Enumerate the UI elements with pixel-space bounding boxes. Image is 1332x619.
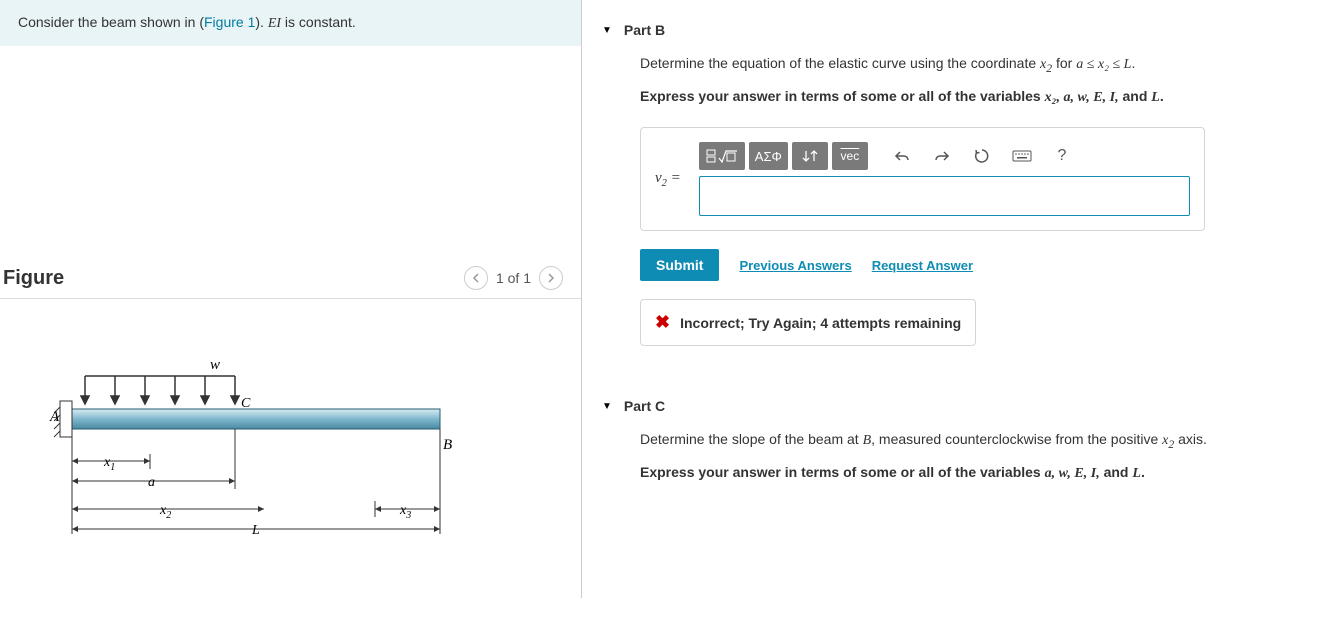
prefix-eq: = <box>667 170 681 186</box>
feedback-box: ✖ Incorrect; Try Again; 4 attempts remai… <box>640 299 976 346</box>
equation-toolbar: ΑΣΦ vec <box>699 142 1190 176</box>
problem-text-pre: Consider the beam shown in ( <box>18 14 204 30</box>
pc-instr-pre: Determine the slope of the beam at <box>640 431 863 447</box>
part-c-title: Part C <box>624 398 665 414</box>
caret-down-icon: ▼ <box>602 401 612 412</box>
label-w: w <box>210 359 220 373</box>
prev-figure-button[interactable] <box>464 266 488 290</box>
label-x3s: 3 <box>405 510 411 521</box>
incorrect-icon: ✖ <box>655 312 670 333</box>
figure-nav: 1 of 1 <box>464 266 563 290</box>
ei-var: EI <box>268 16 281 31</box>
answer-input[interactable] <box>699 176 1190 216</box>
vec-label: vec <box>841 149 860 163</box>
label-x2s: 2 <box>166 510 171 521</box>
pb-lastvar: L <box>1151 90 1160 105</box>
templates-button[interactable] <box>699 142 745 170</box>
previous-answers-link[interactable]: Previous Answers <box>739 258 851 273</box>
part-b-body: Determine the equation of the elastic cu… <box>602 52 1312 346</box>
subscript-superscript-icon <box>801 149 819 163</box>
part-b-express: Express your answer in terms of some or … <box>640 85 1312 110</box>
figure-counter: 1 of 1 <box>496 270 531 286</box>
undo-button[interactable] <box>884 142 920 170</box>
figure-area: w A C B <box>0 299 581 619</box>
pc-instr-end: axis. <box>1174 431 1207 447</box>
pb-instr-end: . <box>1131 55 1135 71</box>
feedback-text: Incorrect; Try Again; 4 attempts remaini… <box>680 315 961 331</box>
pc-and: and <box>1100 464 1133 480</box>
redo-icon <box>934 149 950 163</box>
submit-button[interactable]: Submit <box>640 249 719 281</box>
right-panel: ▼ Part B Determine the equation of the e… <box>582 0 1332 598</box>
pb-and: and <box>1119 88 1152 104</box>
svg-text:x1: x1 <box>103 455 115 473</box>
svg-text:x2: x2 <box>159 503 171 521</box>
label-C: C <box>241 396 251 411</box>
pb-vars: x₂, a, w, E, I, <box>1045 90 1119 105</box>
chevron-right-icon <box>547 273 555 283</box>
chevron-left-icon <box>472 273 480 283</box>
request-answer-link[interactable]: Request Answer <box>872 258 973 273</box>
part-c-body: Determine the slope of the beam at B, me… <box>602 428 1312 485</box>
beam-diagram: w A C B <box>30 359 460 559</box>
fraction-root-icon <box>705 148 739 164</box>
answer-box: v2 = ΑΣΦ <box>640 127 1205 231</box>
greek-button[interactable]: ΑΣΦ <box>749 142 788 170</box>
label-L: L <box>251 523 260 538</box>
left-panel: Consider the beam shown in (Figure 1). E… <box>0 0 582 598</box>
pc-B: B <box>863 433 872 448</box>
label-a: a <box>148 475 155 490</box>
pc-instr-mid: , measured counterclockwise from the pos… <box>871 431 1162 447</box>
figure-title: Figure <box>3 267 64 290</box>
part-b-instruction: Determine the equation of the elastic cu… <box>640 52 1312 79</box>
caret-down-icon: ▼ <box>602 25 612 36</box>
reset-button[interactable] <box>964 142 1000 170</box>
undo-icon <box>894 149 910 163</box>
pc-vars: a, w, E, I, <box>1045 466 1100 481</box>
label-A: A <box>49 409 60 425</box>
pb-instr-mid: for <box>1052 55 1076 71</box>
pc-lastvar: L <box>1132 466 1141 481</box>
redo-button[interactable] <box>924 142 960 170</box>
next-figure-button[interactable] <box>539 266 563 290</box>
pb-exp-end: . <box>1160 88 1164 104</box>
submit-row: Submit Previous Answers Request Answer <box>640 249 1312 281</box>
problem-statement: Consider the beam shown in (Figure 1). E… <box>0 0 581 46</box>
problem-text-suf2: is constant. <box>281 14 356 30</box>
pb-range: a ≤ x₂ ≤ L <box>1076 57 1131 72</box>
help-button[interactable]: ? <box>1044 142 1080 170</box>
part-c-instruction: Determine the slope of the beam at B, me… <box>640 428 1312 455</box>
part-b-title: Part B <box>624 22 665 38</box>
reset-icon <box>974 148 990 164</box>
keyboard-icon <box>1012 149 1032 163</box>
answer-prefix: v2 = <box>655 170 681 189</box>
svg-text:x3: x3 <box>399 503 411 521</box>
subsup-button[interactable] <box>792 142 828 170</box>
figure-header: Figure 1 of 1 <box>0 256 581 299</box>
part-b-header[interactable]: ▼ Part B <box>602 0 1312 52</box>
part-c-header[interactable]: ▼ Part C <box>602 376 1312 428</box>
prefix-v: v <box>655 170 662 186</box>
pb-exp-pre: Express your answer in terms of some or … <box>640 88 1045 104</box>
pc-exp-pre: Express your answer in terms of some or … <box>640 464 1045 480</box>
label-x1s: 1 <box>110 462 115 473</box>
pc-exp-end: . <box>1141 464 1145 480</box>
vec-button[interactable]: vec <box>832 142 868 170</box>
label-B: B <box>443 437 452 453</box>
pb-instr-pre: Determine the equation of the elastic cu… <box>640 55 1040 71</box>
keyboard-button[interactable] <box>1004 142 1040 170</box>
figure-link[interactable]: Figure 1 <box>204 14 255 30</box>
problem-text-suf1: ). <box>255 14 267 30</box>
part-c-express: Express your answer in terms of some or … <box>640 461 1312 486</box>
